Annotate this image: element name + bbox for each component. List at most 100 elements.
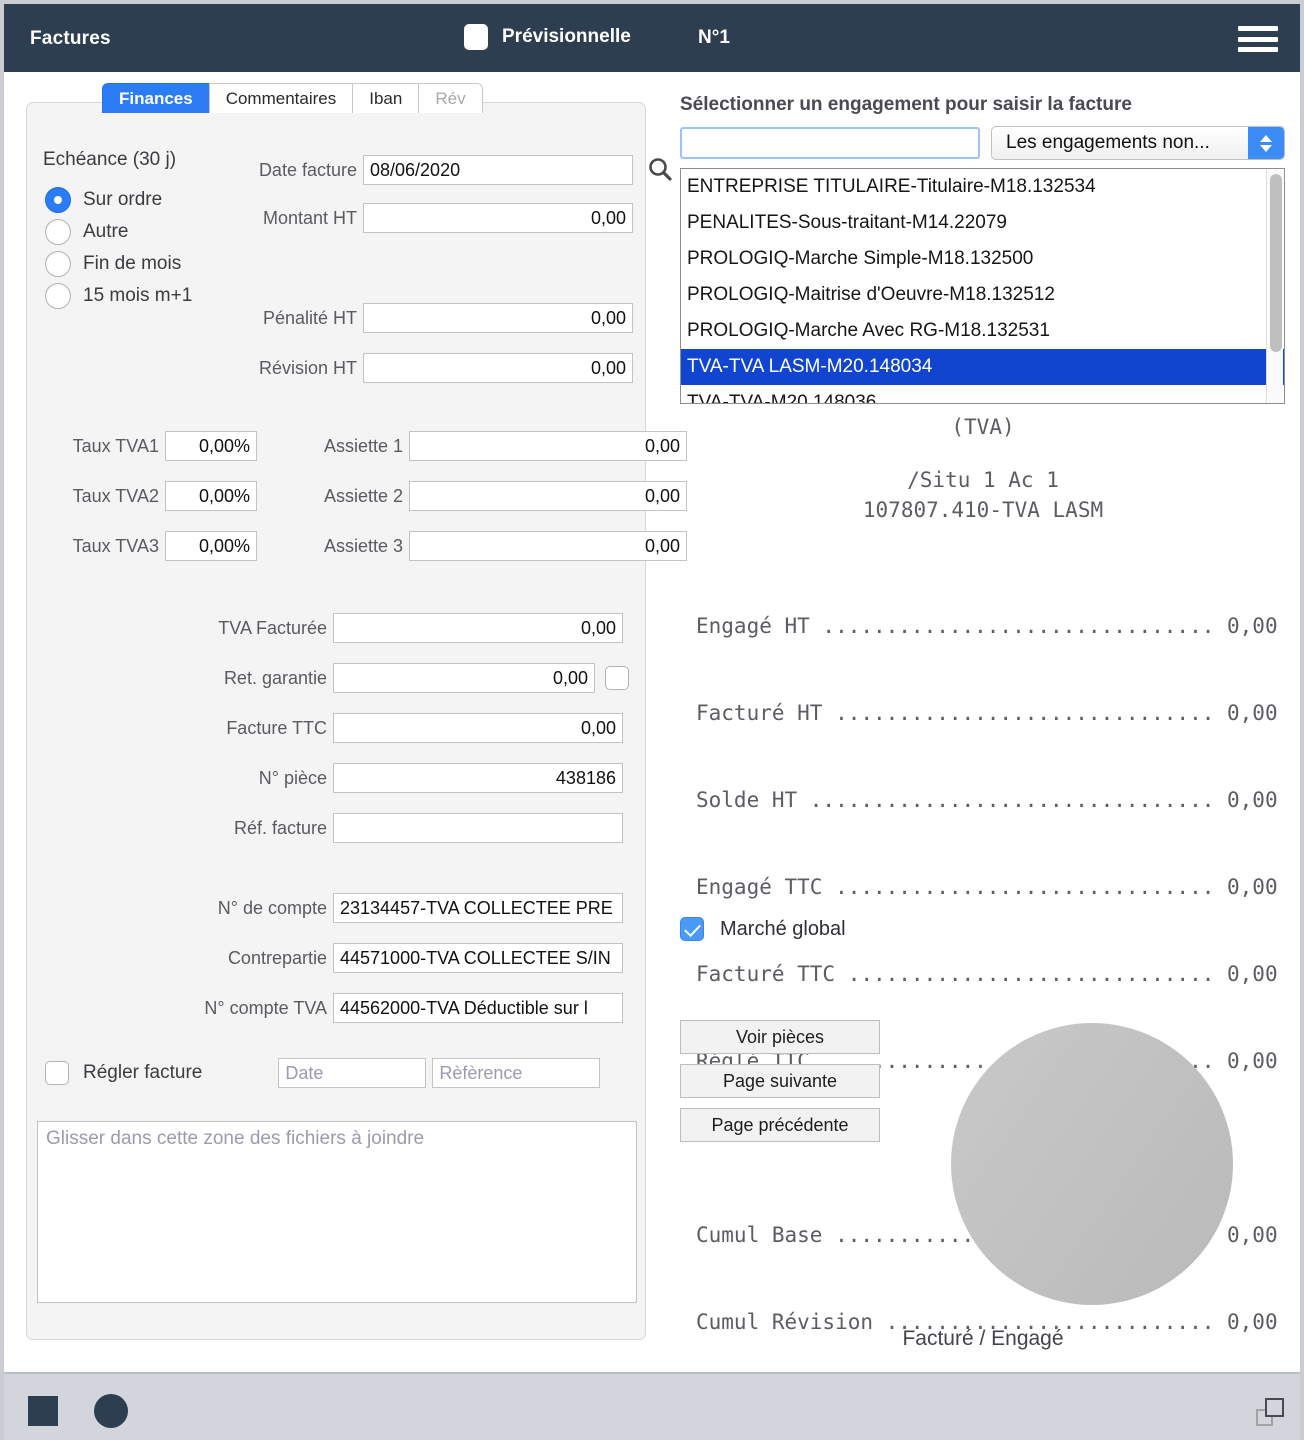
montant-ht-input[interactable]: 0,00 bbox=[363, 203, 633, 233]
engagement-title: Sélectionner un engagement pour saisir l… bbox=[680, 94, 1132, 115]
radio-sur-ordre-indicator[interactable] bbox=[45, 187, 71, 213]
marche-global-row[interactable]: Marché global bbox=[680, 917, 846, 941]
radio-15-mois-label: 15 mois m+1 bbox=[83, 285, 193, 306]
n-compte-tva-label: N° compte TVA bbox=[204, 997, 327, 1018]
tva-facturee-input[interactable]: 0,00 bbox=[333, 613, 623, 643]
scrollbar-thumb[interactable] bbox=[1270, 174, 1282, 352]
facture-ttc-input[interactable]: 0,00 bbox=[333, 713, 623, 743]
taux-tva1-label: Taux TVA1 bbox=[72, 435, 159, 456]
marche-global-label: Marché global bbox=[720, 917, 846, 940]
engagement-type-line: (TVA) bbox=[951, 415, 1015, 439]
radio-sur-ordre[interactable]: Sur ordre bbox=[45, 187, 162, 213]
ret-garantie-label: Ret. garantie bbox=[223, 667, 327, 688]
penalite-ht-input[interactable]: 0,00 bbox=[363, 303, 633, 333]
summary-line-solde-ht: Solde HT ...............................… bbox=[696, 788, 1278, 812]
summary-row: Facturé HT .............................… bbox=[696, 699, 1278, 728]
app-title: Factures bbox=[30, 28, 111, 49]
assiette-1-label: Assiette 1 bbox=[323, 435, 403, 456]
summary-line-facture-ht: Facturé HT .............................… bbox=[696, 701, 1278, 725]
chevron-updown-icon[interactable] bbox=[1248, 127, 1284, 159]
date-facture-input[interactable]: 08/06/2020 bbox=[363, 155, 633, 185]
tva-facturee-label: TVA Facturée bbox=[218, 617, 327, 638]
summary-row: Engagé TTC .............................… bbox=[696, 873, 1278, 902]
radio-autre-indicator[interactable] bbox=[45, 219, 71, 245]
engagement-filter-value: Les engagements non... bbox=[1006, 132, 1210, 153]
montant-ht-label: Montant HT bbox=[262, 207, 357, 228]
radio-15-mois-indicator[interactable] bbox=[45, 283, 71, 309]
list-item[interactable]: PROLOGIQ-Marche Avec RG-M18.132531 bbox=[681, 313, 1284, 349]
list-item-selected[interactable]: TVA-TVA LASM-M20.148034 bbox=[681, 349, 1284, 385]
invoice-number-label: N°1 bbox=[698, 27, 730, 48]
engagement-list-scrollbar[interactable] bbox=[1266, 170, 1283, 403]
regler-reference-input[interactable]: Rèfèrence bbox=[432, 1058, 601, 1088]
contrepartie-input[interactable]: 44571000-TVA COLLECTEE S/IN bbox=[333, 943, 623, 973]
summary-line-engage-ttc: Engagé TTC .............................… bbox=[696, 875, 1278, 899]
radio-fin-de-mois-indicator[interactable] bbox=[45, 251, 71, 277]
radio-fin-de-mois[interactable]: Fin de mois bbox=[45, 251, 181, 277]
windows-overlap-icon[interactable] bbox=[1256, 1398, 1284, 1426]
title-bar: Factures Prévisionnelle N°1 bbox=[4, 4, 1300, 72]
date-facture-label: Date facture bbox=[258, 159, 357, 180]
n-piece-label: N° pièce bbox=[258, 767, 327, 788]
regler-facture-label: Régler facture bbox=[83, 1062, 203, 1083]
revision-ht-row: Révision HT 0,00 bbox=[237, 353, 633, 383]
date-facture-row: Date facture 08/06/2020 bbox=[237, 155, 675, 185]
facture-engage-chart: Facturé / Engagé bbox=[668, 1007, 1298, 1377]
tab-rev[interactable]: Rév bbox=[418, 83, 483, 113]
engagement-search-input[interactable] bbox=[680, 127, 980, 159]
ret-garantie-input[interactable]: 0,00 bbox=[333, 663, 595, 693]
finances-panel: Finances Commentaires Iban Rév Echéance … bbox=[26, 83, 687, 1340]
engagement-situation-line: /Situ 1 Ac 1 bbox=[907, 468, 1059, 492]
n-piece-input[interactable]: 438186 bbox=[333, 763, 623, 793]
hamburger-icon[interactable] bbox=[1238, 26, 1278, 52]
n-compte-tva-input[interactable]: 44562000-TVA Déductible sur l bbox=[333, 993, 623, 1023]
facture-ttc-label: Facture TTC bbox=[226, 717, 327, 738]
file-dropzone[interactable]: Glisser dans cette zone des fichiers à j… bbox=[37, 1121, 637, 1303]
tab-finances[interactable]: Finances bbox=[102, 83, 210, 113]
tva-row-1: Taux TVA1 0,00% Assiette 1 0,00 bbox=[39, 431, 687, 461]
ret-garantie-row: Ret. garantie 0,00 bbox=[177, 663, 629, 693]
list-item[interactable]: TVA-TVA-M20.148036 bbox=[681, 385, 1284, 403]
ref-facture-label: Réf. facture bbox=[233, 817, 327, 838]
marche-global-checkbox[interactable] bbox=[680, 917, 704, 941]
revision-ht-label: Révision HT bbox=[258, 357, 357, 378]
facture-ttc-row: Facture TTC 0,00 bbox=[177, 713, 623, 743]
regler-facture-checkbox[interactable] bbox=[45, 1061, 69, 1085]
tab-commentaires[interactable]: Commentaires bbox=[208, 83, 354, 113]
tab-bar: Finances Commentaires Iban Rév bbox=[102, 83, 483, 113]
assiette-3-input[interactable]: 0,00 bbox=[409, 531, 687, 561]
regler-date-input[interactable]: Date bbox=[278, 1058, 427, 1088]
square-stop-icon[interactable] bbox=[28, 1396, 58, 1426]
list-item[interactable]: PENALITES-Sous-traitant-M14.22079 bbox=[681, 205, 1284, 241]
previsionnelle-toggle[interactable]: Prévisionnelle bbox=[464, 24, 631, 50]
montant-ht-row: Montant HT 0,00 bbox=[237, 203, 633, 233]
summary-row: Solde HT ...............................… bbox=[696, 786, 1278, 815]
taux-tva3-input[interactable]: 0,00% bbox=[165, 531, 257, 561]
previsionnelle-checkbox[interactable] bbox=[464, 24, 488, 50]
status-bar bbox=[4, 1372, 1300, 1440]
circle-record-icon[interactable] bbox=[94, 1394, 128, 1428]
n-de-compte-label: N° de compte bbox=[217, 897, 327, 918]
taux-tva3-label: Taux TVA3 bbox=[72, 535, 159, 556]
revision-ht-input[interactable]: 0,00 bbox=[363, 353, 633, 383]
penalite-ht-row: Pénalité HT 0,00 bbox=[237, 303, 633, 333]
n-de-compte-input[interactable]: 23134457-TVA COLLECTEE PRE bbox=[333, 893, 623, 923]
engagement-filter-select[interactable]: Les engagements non... bbox=[991, 126, 1285, 160]
summary-line-engage-ht: Engagé HT ..............................… bbox=[696, 614, 1278, 638]
ref-facture-input[interactable] bbox=[333, 813, 623, 843]
radio-autre[interactable]: Autre bbox=[45, 219, 128, 245]
assiette-1-input[interactable]: 0,00 bbox=[409, 431, 687, 461]
tva-row-2: Taux TVA2 0,00% Assiette 2 0,00 bbox=[39, 481, 687, 511]
radio-15-mois[interactable]: 15 mois m+1 bbox=[45, 283, 192, 309]
list-item[interactable]: ENTREPRISE TITULAIRE-Titulaire-M18.13253… bbox=[681, 169, 1284, 205]
list-item[interactable]: PROLOGIQ-Marche Simple-M18.132500 bbox=[681, 241, 1284, 277]
ref-facture-row: Réf. facture bbox=[177, 813, 623, 843]
tab-iban[interactable]: Iban bbox=[352, 83, 420, 113]
taux-tva1-input[interactable]: 0,00% bbox=[165, 431, 257, 461]
list-item[interactable]: PROLOGIQ-Maitrise d'Oeuvre-M18.132512 bbox=[681, 277, 1284, 313]
assiette-2-input[interactable]: 0,00 bbox=[409, 481, 687, 511]
taux-tva2-input[interactable]: 0,00% bbox=[165, 481, 257, 511]
ret-garantie-checkbox[interactable] bbox=[605, 666, 629, 690]
radio-sur-ordre-label: Sur ordre bbox=[83, 189, 163, 210]
engagement-list[interactable]: ENTREPRISE TITULAIRE-Titulaire-M18.13253… bbox=[680, 168, 1285, 404]
